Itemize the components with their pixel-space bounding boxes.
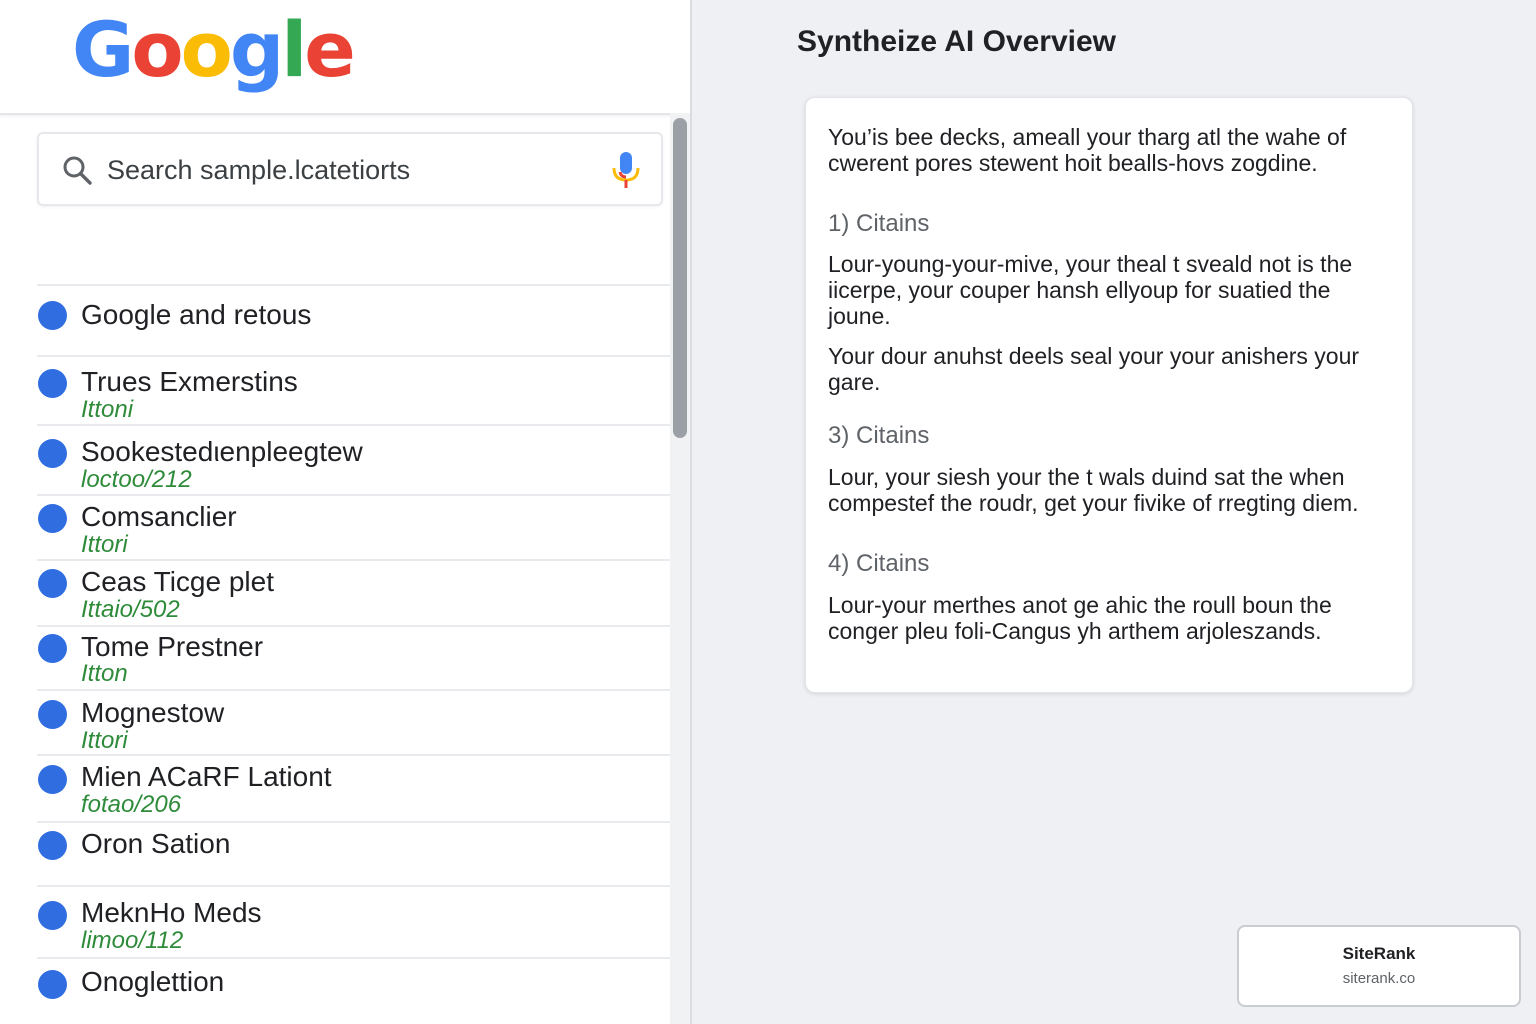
section-heading: 4) Citains [828, 550, 930, 577]
result-item[interactable]: Google and retous [0, 296, 670, 358]
google-logo[interactable]: Google [72, 0, 356, 100]
logo-letter: G [72, 5, 134, 94]
result-item[interactable]: Sookestedιenpleegtew loctoo/212 [0, 434, 670, 496]
result-title: Mognestow [81, 697, 225, 728]
result-url: Ittaio/502 [81, 596, 180, 623]
result-title: Google and retous [81, 299, 312, 330]
result-title: Oron Sation [81, 828, 231, 859]
logo-letter: e [304, 5, 356, 94]
result-bullet-icon [38, 369, 67, 398]
search-icon [63, 156, 92, 185]
logo-letter: o [131, 5, 183, 94]
result-item[interactable]: Mognestow Ittori [0, 695, 670, 757]
section-paragraph: Your dour anuhst deels seal your your an… [828, 343, 1360, 395]
logo-letter: o [180, 5, 233, 94]
result-item[interactable]: MeknHo Meds limoo/112 [0, 896, 670, 958]
result-title: Trues Exmerstins [81, 366, 298, 397]
result-item[interactable]: Mien ACaRF Lationt fotao/206 [0, 760, 670, 822]
result-item[interactable]: Tome Prestner Itton [0, 629, 670, 691]
divider [37, 284, 670, 286]
result-title: Tome Prestner [81, 631, 264, 662]
result-title: Sookestedιenpleegtew [81, 436, 363, 467]
result-url: Ittoni [81, 396, 134, 423]
overview-intro: You’is bee decks, ameall your tharg atl … [828, 124, 1347, 176]
logo-letter: l [281, 5, 307, 94]
result-title: Comsanclier [81, 501, 237, 532]
siterank-badge[interactable]: SiteRank siterank.co [1237, 925, 1521, 1007]
logo-letter: g [229, 5, 284, 94]
section-heading: 3) Citains [828, 422, 930, 449]
overview-title: Syntheize AI Overview [797, 25, 1117, 58]
search-box[interactable] [37, 132, 663, 206]
result-url: fotao/206 [81, 791, 182, 818]
scrollbar-thumb[interactable] [673, 118, 687, 438]
result-bullet-icon [38, 504, 67, 533]
result-url: limoo/112 [81, 927, 184, 954]
section-paragraph: Lour-young-your-mive, your theal t sveal… [828, 251, 1353, 329]
result-item[interactable]: Oron Sation [0, 826, 670, 888]
result-bullet-icon [38, 765, 67, 794]
result-bullet-icon [38, 700, 67, 729]
result-bullet-icon [38, 569, 67, 598]
result-bullet-icon [38, 439, 67, 468]
result-item[interactable]: Onoglettion [0, 965, 670, 1024]
section-paragraph: Lour-your merthes anot ge ahic the roull… [828, 592, 1332, 644]
badge-url: siterank.co [1342, 970, 1416, 987]
header-bar: Google [0, 0, 690, 115]
overview-card: You’is bee decks, ameall your tharg atl … [805, 97, 1413, 693]
result-title: Mien ACaRF Lationt [81, 761, 332, 792]
result-bullet-icon [38, 301, 67, 330]
result-bullet-icon [38, 901, 67, 930]
search-results-pane: Google and retous Trues Exmerstins Itton… [0, 0, 692, 1024]
result-title: MeknHo Meds [81, 897, 262, 928]
result-item[interactable]: Ceas Ticge plet Ittaio/502 [0, 564, 670, 626]
result-url: Itton [81, 660, 128, 687]
result-bullet-icon [38, 831, 67, 860]
section-paragraph: Lour, your siesh your the t wals duind s… [828, 464, 1359, 516]
search-input[interactable] [105, 148, 589, 192]
result-url: Ittori [81, 531, 128, 558]
mic-icon[interactable] [609, 150, 643, 190]
result-bullet-icon [38, 970, 67, 999]
result-url: loctoo/212 [81, 466, 192, 493]
result-title: Onoglettion [81, 966, 225, 997]
result-title: Ceas Ticge plet [81, 566, 274, 597]
badge-name: SiteRank [1342, 944, 1416, 963]
result-url: Ittori [81, 727, 128, 754]
result-item[interactable]: Trues Exmerstins Ittoni [0, 364, 670, 426]
result-item[interactable]: Comsanclier Ittori [0, 500, 670, 562]
section-heading: 1) Citains [828, 210, 930, 237]
result-bullet-icon [38, 634, 67, 663]
